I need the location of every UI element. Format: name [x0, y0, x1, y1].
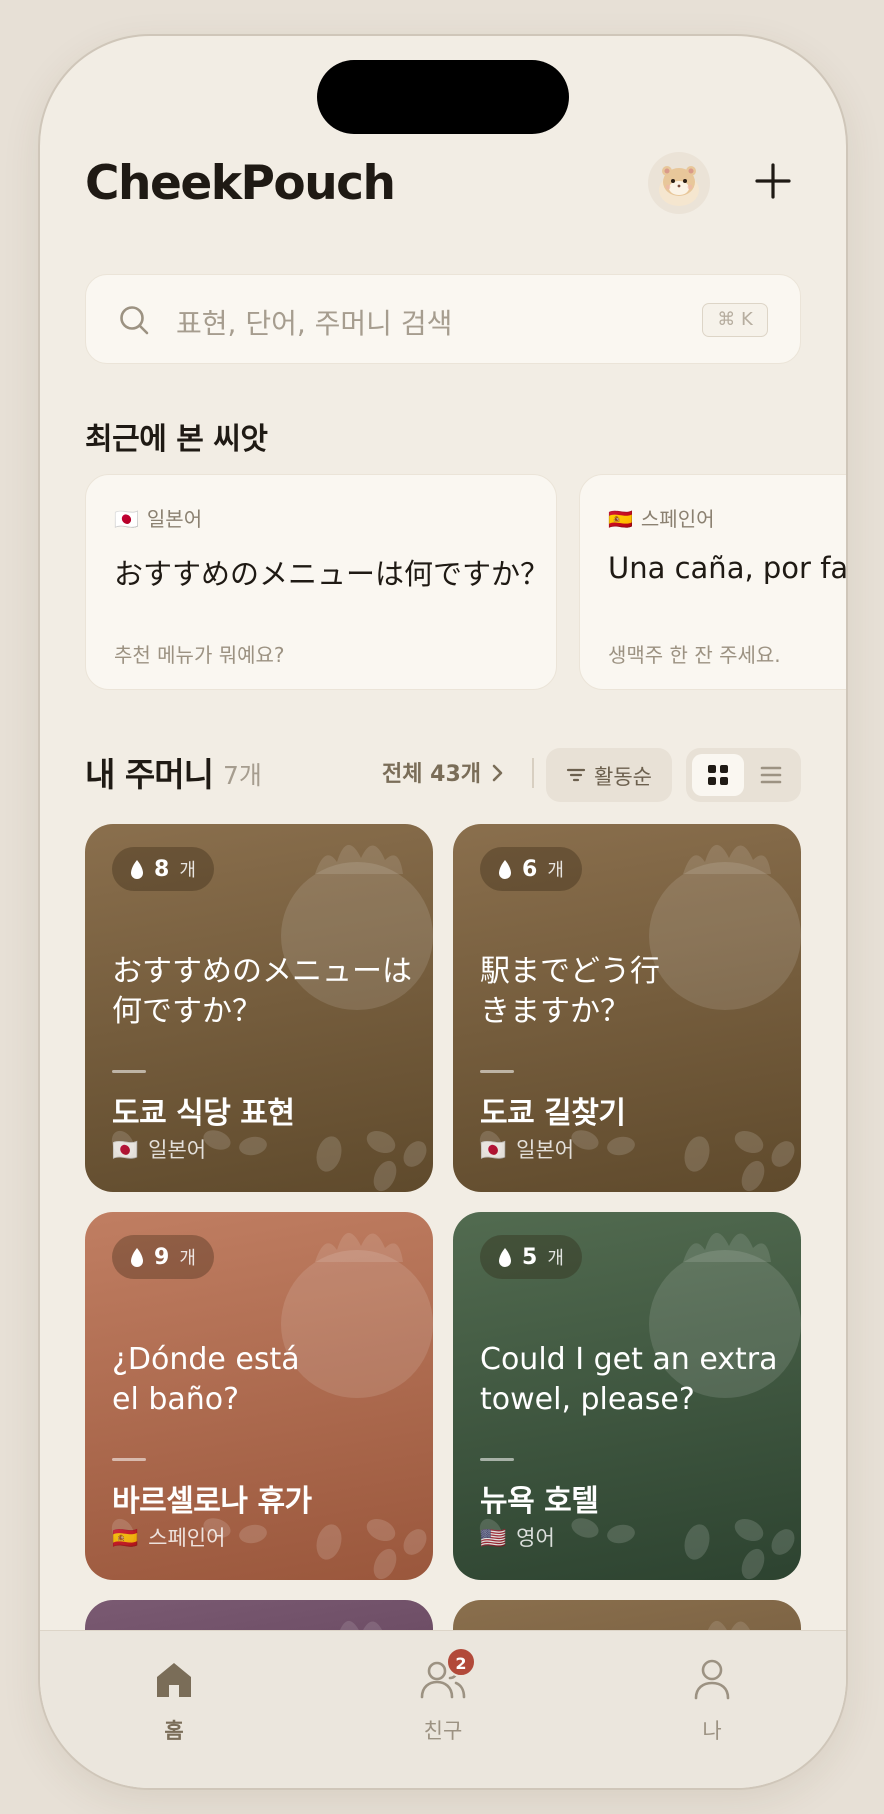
- search-input[interactable]: 표현, 단어, 주머니 검색: [176, 302, 452, 342]
- view-all-link[interactable]: 전체 43개: [382, 756, 505, 788]
- recent-card-phrase: おすすめのメニューは何ですか？: [114, 557, 550, 591]
- search-bar[interactable]: 표현, 단어, 주머니 검색 ⌘ K: [85, 274, 801, 364]
- keyboard-shortcut-badge: ⌘ K: [702, 303, 768, 337]
- pouch-card-divider: [480, 1458, 514, 1461]
- recent-card-translation: 생맥주 한 잔 주세요.: [608, 643, 781, 667]
- sort-label: 활동순: [594, 765, 652, 789]
- tab-label: 홈: [164, 1719, 184, 1743]
- pouch-card-language: 🇯🇵 일본어: [112, 1134, 206, 1164]
- recent-card-language: 🇪🇸 스페인어: [608, 503, 715, 532]
- flag-japan-icon: 🇯🇵: [114, 507, 139, 531]
- recent-card-language: 🇯🇵 일본어: [114, 503, 202, 532]
- tab-label: 나: [702, 1719, 722, 1743]
- pouch-card-title: 도쿄 길찾기: [480, 1096, 626, 1131]
- tab-home[interactable]: 홈: [40, 1631, 308, 1751]
- seed-count: 9: [154, 1244, 170, 1270]
- flag-spain-icon: 🇪🇸: [112, 1526, 139, 1550]
- pouch-card[interactable]: 5 개 Could I get an extra towel, please? …: [453, 1212, 801, 1580]
- app-title: CheekPouch: [85, 156, 396, 211]
- pouch-card[interactable]: 6 개 駅までどう行きますか？ 도쿄 길찾기 🇯🇵 일본어: [453, 824, 801, 1192]
- seed-count: 6: [522, 856, 538, 882]
- flag-usa-icon: 🇺🇸: [480, 1526, 507, 1550]
- tab-bar: 홈 친구 2 나: [40, 1630, 846, 1788]
- recent-card-language-label: 스페인어: [640, 507, 715, 531]
- dynamic-island: [317, 60, 569, 134]
- pouch-card-divider: [112, 1070, 146, 1073]
- pouch-card[interactable]: 9 개 ¿Dónde está el baño? 바르셀로나 휴가 🇪🇸 스페인어: [85, 1212, 433, 1580]
- flag-spain-icon: 🇪🇸: [608, 507, 633, 531]
- pouch-card-phrase: Could I get an extra towel, please?: [480, 1342, 778, 1417]
- plus-icon: [755, 163, 791, 199]
- divider: [532, 758, 534, 788]
- seed-icon: [499, 860, 511, 879]
- seed-count-badge: 6 개: [480, 847, 582, 891]
- sort-button[interactable]: 활동순: [546, 748, 672, 802]
- seed-count-badge: 5 개: [480, 1235, 582, 1279]
- flag-japan-icon: 🇯🇵: [480, 1138, 507, 1162]
- pouch-card-language: 🇺🇸 영어: [480, 1522, 555, 1552]
- profile-icon: [694, 1659, 730, 1700]
- pouch-card[interactable]: 8 개 おすすめのメニューは何ですか？ 도쿄 식당 표현 🇯🇵 일본어: [85, 824, 433, 1192]
- tab-friends[interactable]: 친구: [309, 1631, 577, 1751]
- notification-badge: 2: [446, 1647, 476, 1677]
- pouches-count: 7개: [223, 761, 262, 790]
- pouch-card-title: 뉴욕 호텔: [480, 1484, 599, 1519]
- seed-unit: 개: [179, 1248, 196, 1269]
- flag-japan-icon: 🇯🇵: [112, 1138, 139, 1162]
- home-icon: [157, 1663, 191, 1697]
- pouch-card-title: 도쿄 식당 표현: [112, 1096, 295, 1131]
- list-icon: [760, 766, 782, 784]
- recent-section-title: 최근에 본 씨앗: [85, 422, 268, 457]
- search-icon: [120, 306, 149, 335]
- grid-icon: [708, 765, 728, 785]
- pouch-card-phrase: ¿Dónde está el baño?: [112, 1342, 300, 1417]
- grid-view-button[interactable]: [692, 754, 744, 796]
- view-all-label: 전체 43개: [382, 762, 481, 787]
- pouch-card-language-label: 스페인어: [148, 1526, 226, 1550]
- pouch-card-language: 🇯🇵 일본어: [480, 1134, 574, 1164]
- seed-icon: [499, 1248, 511, 1267]
- pouch-card-language-label: 일본어: [148, 1138, 207, 1162]
- pouch-card-language-label: 일본어: [516, 1138, 575, 1162]
- pouch-card-phrase: 駅までどう行きますか？: [480, 954, 660, 1029]
- avatar[interactable]: [648, 152, 710, 214]
- pouch-card-divider: [480, 1070, 514, 1073]
- seed-count: 8: [154, 856, 170, 882]
- seed-count: 5: [522, 1244, 538, 1270]
- pouch-card-language-label: 영어: [516, 1526, 555, 1550]
- view-mode-toggle: [686, 748, 801, 802]
- pouches-section-title: 내 주머니: [85, 755, 214, 794]
- pouch-card-phrase: おすすめのメニューは何ですか？: [112, 954, 412, 1029]
- seed-unit: 개: [547, 1248, 564, 1269]
- seed-icon: [131, 860, 143, 879]
- tab-label: 친구: [423, 1719, 463, 1743]
- seed-unit: 개: [179, 860, 196, 881]
- chevron-right-icon: [492, 764, 502, 782]
- seed-unit: 개: [547, 860, 564, 881]
- pouch-card-divider: [112, 1458, 146, 1461]
- recent-card[interactable]: 🇪🇸 스페인어 Una caña, por favor. 생맥주 한 잔 주세요.: [579, 474, 846, 690]
- add-button[interactable]: [740, 148, 806, 214]
- recent-card[interactable]: 🇯🇵 일본어 おすすめのメニューは何ですか？ 추천 메뉴가 뭐예요?: [85, 474, 557, 690]
- hamster-avatar-icon: [659, 166, 699, 206]
- seed-icon: [131, 1248, 143, 1267]
- sort-icon: [566, 768, 586, 782]
- pouch-card-language: 🇪🇸 스페인어: [112, 1522, 225, 1552]
- pouch-card-title: 바르셀로나 휴가: [112, 1484, 312, 1519]
- phone-screen: CheekPouch 표현, 단어, 주머니 검색 ⌘ K 최근에 본 씨앗 🇯…: [40, 36, 846, 1788]
- recent-card-translation: 추천 메뉴가 뭐예요?: [114, 643, 285, 667]
- tab-profile[interactable]: 나: [578, 1631, 846, 1751]
- seed-count-badge: 8 개: [112, 847, 214, 891]
- recent-card-language-label: 일본어: [146, 507, 203, 531]
- seed-count-badge: 9 개: [112, 1235, 214, 1279]
- list-view-button[interactable]: [748, 754, 794, 796]
- recent-card-phrase: Una caña, por favor.: [608, 551, 846, 585]
